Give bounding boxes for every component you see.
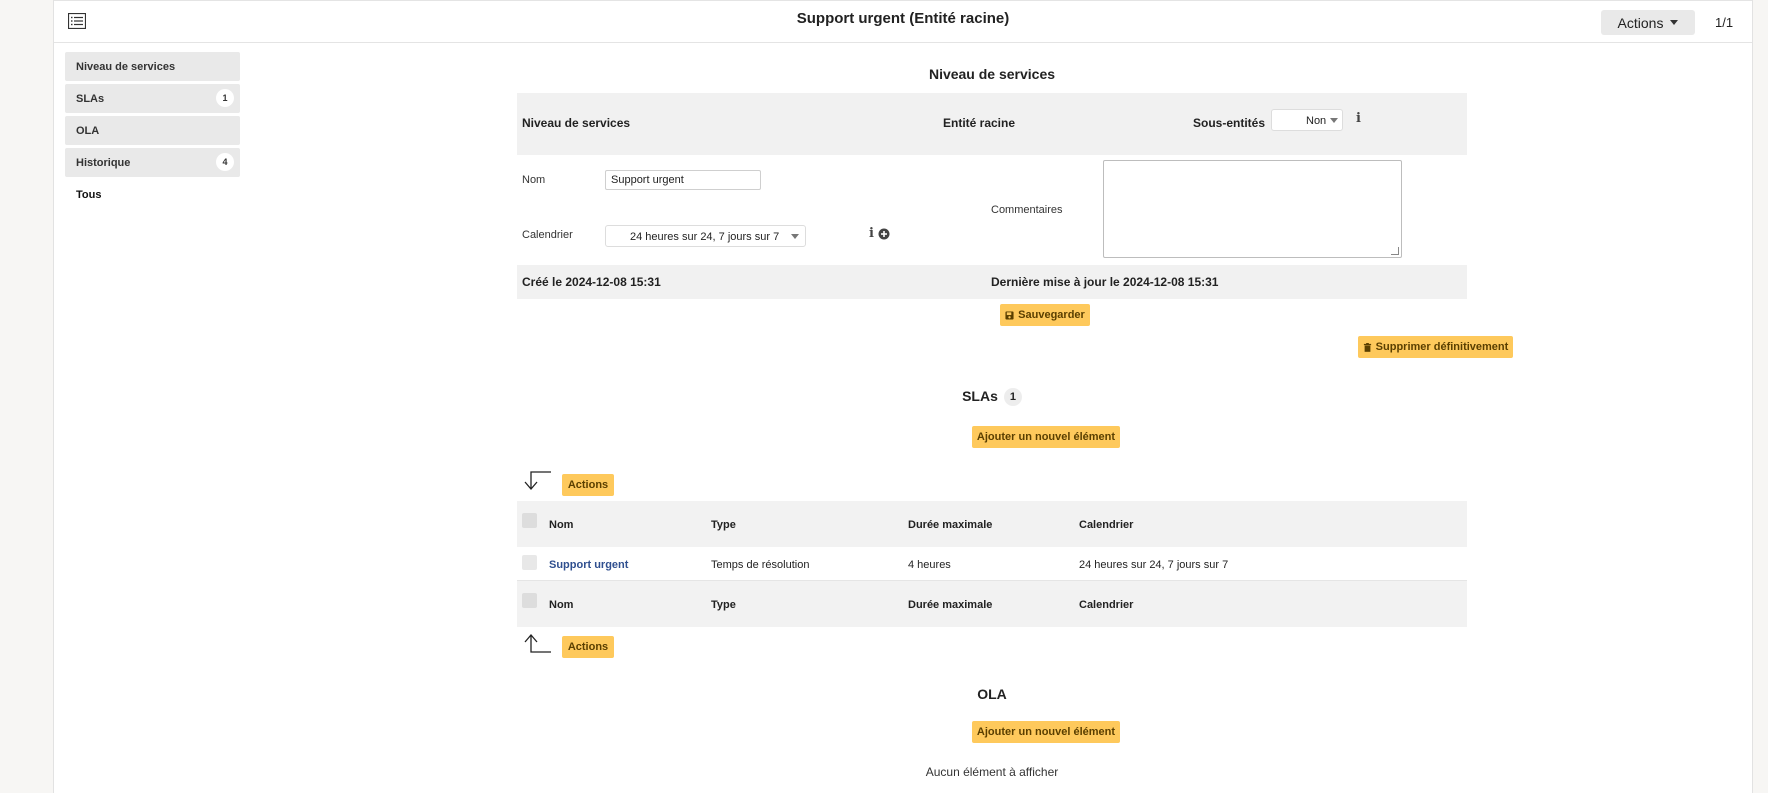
sidebar-item-label: Historique	[76, 156, 131, 169]
created-date: Créé le 2024-12-08 15:31	[522, 275, 661, 289]
sla-table-footer: Nom Type Durée maximale Calendrier	[517, 581, 1467, 627]
sidebar: Niveau de services SLAs 1 OLA Historique…	[65, 52, 240, 212]
add-ola-button[interactable]: Ajouter un nouvel élément	[972, 721, 1120, 743]
actions-label: Actions	[1617, 14, 1664, 31]
select-all-checkbox[interactable]	[522, 593, 537, 608]
calendar-value: 24 heures sur 24, 7 jours sur 7	[630, 231, 780, 243]
row-checkbox[interactable]	[522, 555, 537, 570]
sidebar-item-historique[interactable]: Historique 4	[65, 148, 240, 177]
name-label: Nom	[522, 174, 546, 186]
column-header[interactable]: Durée maximale	[908, 599, 992, 611]
add-sla-label: Ajouter un nouvel élément	[976, 431, 1116, 443]
table-row: Support urgent Temps de résolution 4 heu…	[517, 547, 1467, 581]
main-frame: Support urgent (Entité racine) Actions 1…	[53, 0, 1753, 793]
sidebar-item-tous[interactable]: Tous	[65, 180, 240, 209]
column-header[interactable]: Nom	[549, 599, 573, 611]
name-input[interactable]: Support urgent	[605, 170, 761, 190]
caret-down-icon	[1670, 20, 1679, 25]
slas-section-title: SLAs 1	[517, 388, 1467, 407]
select-all-checkbox[interactable]	[522, 513, 537, 528]
massive-actions-button-bottom[interactable]: Actions	[562, 636, 614, 658]
column-header[interactable]: Calendrier	[1079, 519, 1133, 531]
sla-type: Temps de résolution	[711, 559, 810, 571]
section-title-niveau: Niveau de services	[928, 66, 1056, 82]
comments-label: Commentaires	[991, 204, 1063, 216]
floppy-disk-icon	[1005, 310, 1014, 320]
bulk-actions-arrow-down-icon	[524, 471, 551, 490]
dates-row: Créé le 2024-12-08 15:31 Dernière mise à…	[517, 265, 1467, 299]
sidebar-item-label: Tous	[76, 188, 102, 201]
add-calendar-icon[interactable]	[878, 228, 890, 240]
sidebar-item-ola[interactable]: OLA	[65, 116, 240, 145]
empty-message: Aucun élément à afficher	[925, 765, 1059, 779]
count-badge: 4	[216, 153, 234, 171]
header-label: Niveau de services	[522, 116, 631, 130]
ola-section-title: OLA	[977, 686, 1007, 702]
massive-actions-button-top[interactable]: Actions	[562, 474, 614, 496]
calendar-select[interactable]: 24 heures sur 24, 7 jours sur 7	[605, 225, 806, 247]
sla-name-link[interactable]: Support urgent	[549, 559, 628, 571]
column-header[interactable]: Type	[711, 599, 736, 611]
delete-label: Supprimer définitivement	[1375, 341, 1509, 353]
add-sla-button[interactable]: Ajouter un nouvel élément	[972, 426, 1120, 448]
updated-date: Dernière mise à jour le 2024-12-08 15:31	[991, 275, 1219, 289]
column-header[interactable]: Nom	[549, 519, 573, 531]
trash-icon	[1363, 342, 1371, 352]
sla-duration: 4 heures	[908, 559, 951, 571]
slas-count-badge: 1	[1003, 388, 1022, 407]
delete-permanently-button[interactable]: Supprimer définitivement	[1358, 336, 1513, 358]
chevron-down-icon	[1330, 118, 1338, 123]
sidebar-item-label: Niveau de services	[76, 60, 176, 73]
sla-calendar: 24 heures sur 24, 7 jours sur 7	[1079, 559, 1229, 571]
pager: 1/1	[1715, 15, 1734, 30]
sla-table-header: Nom Type Durée maximale Calendrier	[517, 501, 1467, 547]
column-header[interactable]: Durée maximale	[908, 519, 992, 531]
info-icon[interactable]: i	[869, 226, 874, 241]
sidebar-item-label: SLAs	[76, 92, 105, 105]
form-header-row: Niveau de services Entité racine Sous-en…	[517, 93, 1467, 155]
sidebar-item-niveau-de-services[interactable]: Niveau de services	[65, 52, 240, 81]
add-ola-label: Ajouter un nouvel élément	[976, 726, 1116, 738]
actions-label: Actions	[567, 479, 609, 491]
slas-title: SLAs	[962, 388, 998, 404]
resize-handle-icon[interactable]	[1391, 247, 1399, 255]
chevron-down-icon	[791, 234, 799, 239]
actions-label: Actions	[567, 641, 609, 653]
page-title: Support urgent (Entité racine)	[796, 10, 1010, 27]
info-icon[interactable]: i	[1356, 111, 1361, 126]
subentities-label: Sous-entités	[1193, 116, 1266, 130]
count-badge: 1	[216, 89, 234, 107]
actions-menu-button[interactable]: Actions	[1601, 10, 1695, 35]
subentities-select[interactable]: Non	[1271, 109, 1343, 131]
sidebar-item-label: OLA	[76, 124, 100, 137]
column-header[interactable]: Calendrier	[1079, 599, 1133, 611]
save-label: Sauvegarder	[1018, 309, 1085, 321]
comments-textarea[interactable]	[1103, 160, 1402, 258]
entity-label: Entité racine	[943, 116, 1016, 130]
calendar-label: Calendrier	[522, 229, 573, 241]
bulk-actions-arrow-up-icon	[524, 634, 551, 653]
sidebar-item-slas[interactable]: SLAs 1	[65, 84, 240, 113]
save-button[interactable]: Sauvegarder	[1000, 304, 1090, 326]
column-header[interactable]: Type	[711, 519, 736, 531]
top-bar: Support urgent (Entité racine) Actions 1…	[54, 0, 1752, 43]
subentities-value: Non	[1306, 115, 1327, 127]
